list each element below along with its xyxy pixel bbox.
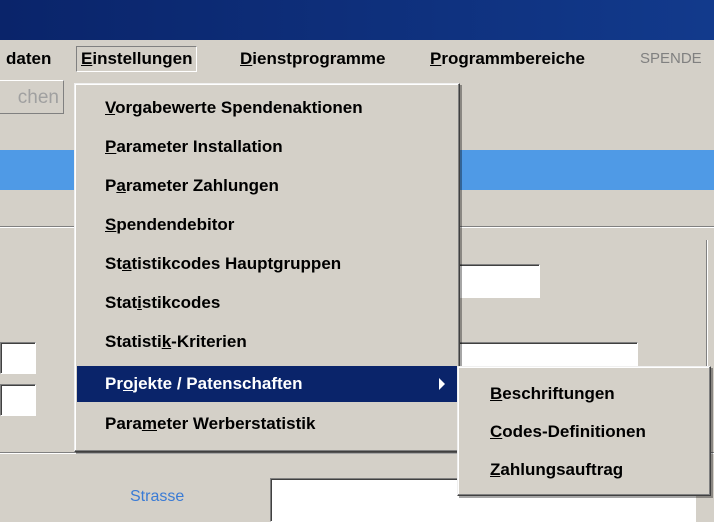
menu-item-statistikcodes[interactable]: Statistikcodes — [77, 285, 457, 321]
text-field[interactable] — [0, 342, 36, 374]
text-field[interactable] — [456, 264, 540, 298]
menu-bar: daten Einstellungen Dienstprogramme Prog… — [0, 40, 714, 78]
einstellungen-dropdown: Vorgabewerte Spendenaktionen Parameter I… — [74, 83, 460, 452]
submenu-item-beschriftungen[interactable]: Beschriftungen — [460, 375, 706, 413]
menu-item-statistik-kriterien[interactable]: Statistik-Kriterien — [77, 324, 457, 360]
menu-item-parameter-zahlungen[interactable]: Parameter Zahlungen — [77, 168, 457, 204]
strasse-label: Strasse — [130, 488, 185, 505]
menu-item-parameter-installation[interactable]: Parameter Installation — [77, 129, 457, 165]
menu-einstellungen[interactable]: Einstellungen — [76, 46, 198, 72]
submenu-arrow-icon — [439, 378, 445, 390]
text-field[interactable] — [0, 384, 36, 416]
menu-item-parameter-werberstatistik[interactable]: Parameter Werberstatistik — [77, 406, 457, 442]
menu-item-projekte-patenschaften[interactable]: Projekte / Patenschaften — [77, 366, 457, 402]
menu-item-spendendebitor[interactable]: Spendendebitor — [77, 207, 457, 243]
search-button[interactable]: chen — [0, 80, 64, 114]
menu-stammdaten[interactable]: daten — [6, 47, 51, 71]
projekte-submenu: Beschriftungen Codes-Definitionen Zahlun… — [457, 366, 711, 496]
menu-spenden[interactable]: SPENDE — [640, 47, 702, 71]
menu-programmbereiche[interactable]: Programmbereiche — [430, 47, 585, 71]
title-bar — [0, 0, 714, 40]
menu-item-vorgabewerte[interactable]: Vorgabewerte Spendenaktionen — [77, 90, 457, 126]
menu-item-statistikcodes-hauptgruppen[interactable]: Statistikcodes Hauptgruppen — [77, 246, 457, 282]
submenu-item-zahlungsauftrag[interactable]: Zahlungsauftrag — [460, 451, 706, 489]
submenu-item-codes-definitionen[interactable]: Codes-Definitionen — [460, 413, 706, 451]
menu-dienstprogramme[interactable]: Dienstprogramme — [240, 47, 385, 71]
